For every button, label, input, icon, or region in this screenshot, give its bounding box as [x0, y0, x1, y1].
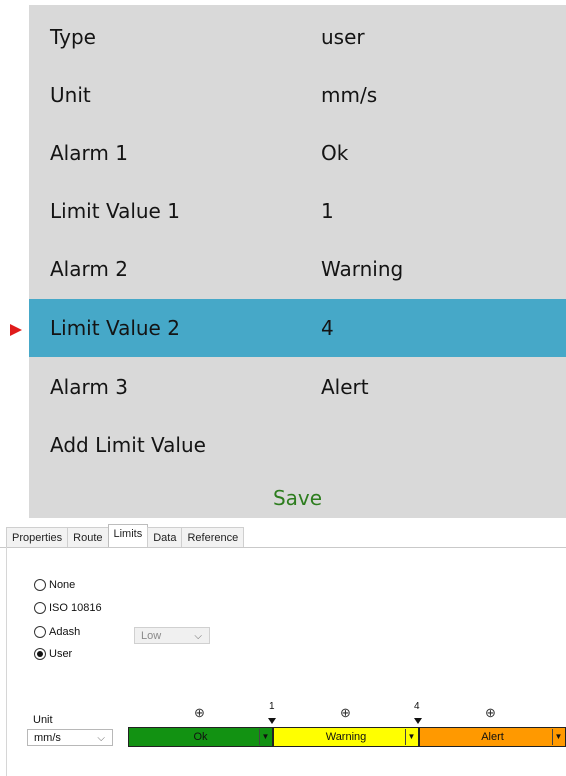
row-value: Warning: [321, 257, 404, 281]
radio-dot-icon: [37, 651, 43, 657]
selection-pointer-icon: [10, 324, 22, 336]
radio-checked-icon: [34, 648, 46, 660]
tab-bar: Properties Route Limits Data Reference: [6, 524, 245, 548]
save-button[interactable]: Save: [29, 486, 566, 510]
radio-circle-icon: [34, 602, 46, 614]
unit-select[interactable]: mm/s ⌵: [27, 729, 113, 746]
row-value: 1: [321, 199, 334, 223]
limits-tab-pane: None ISO 10816 Adash User Low ⌵ Unit mm/…: [6, 547, 566, 776]
radio-circle-icon: [34, 579, 46, 591]
row-label: Alarm 3: [50, 375, 128, 399]
radio-circle-icon: [34, 626, 46, 638]
device-row-type[interactable]: Type user: [29, 8, 566, 66]
device-row-alarm-2[interactable]: Alarm 2 Warning: [29, 240, 566, 298]
row-value: mm/s: [321, 83, 378, 107]
row-value: Ok: [321, 141, 349, 165]
unit-label: Unit: [33, 714, 53, 726]
alarm-segment-alert[interactable]: Alert ▼: [419, 727, 566, 747]
row-label: Type: [50, 25, 96, 49]
dropdown-arrow-icon[interactable]: ▼: [405, 729, 417, 745]
add-limit-button-1[interactable]: ⊕: [194, 705, 205, 721]
tab-data[interactable]: Data: [147, 527, 183, 548]
dropdown-arrow-icon[interactable]: ▼: [552, 729, 564, 745]
row-value: 4: [321, 316, 334, 340]
tab-properties[interactable]: Properties: [6, 527, 69, 548]
radio-label: Adash: [49, 626, 81, 638]
limit-value-1-label: 1: [269, 701, 275, 712]
unit-select-value: mm/s: [34, 732, 61, 744]
limit-marker-1-icon[interactable]: [268, 718, 276, 724]
radio-iso-10816[interactable]: ISO 10816: [34, 602, 102, 614]
chevron-down-icon: ⌵: [97, 733, 105, 744]
device-row-unit[interactable]: Unit mm/s: [29, 66, 566, 124]
device-row-alarm-3[interactable]: Alarm 3 Alert: [29, 358, 566, 416]
tab-reference[interactable]: Reference: [181, 527, 245, 548]
limit-value-2-label: 4: [414, 701, 420, 712]
row-value: user: [321, 25, 365, 49]
add-limit-button-3[interactable]: ⊕: [485, 705, 496, 721]
radio-adash[interactable]: Adash: [34, 626, 80, 638]
radio-none[interactable]: None: [34, 579, 75, 591]
limit-marker-2-icon[interactable]: [414, 718, 422, 724]
row-label: Limit Value 2: [50, 316, 180, 340]
alarm-segment-label: Warning: [325, 731, 367, 743]
tab-route[interactable]: Route: [67, 527, 109, 548]
radio-user[interactable]: User: [34, 648, 72, 660]
dropdown-arrow-icon[interactable]: ▼: [259, 729, 271, 745]
chevron-down-icon: ⌵: [194, 631, 202, 642]
limits-dialog: Properties Route Limits Data Reference N…: [0, 524, 566, 776]
row-label: Add Limit Value: [50, 433, 206, 457]
device-row-alarm-1[interactable]: Alarm 1 Ok: [29, 124, 566, 182]
row-label: Unit: [50, 83, 91, 107]
adash-level-value: Low: [141, 630, 162, 642]
adash-level-select[interactable]: Low ⌵: [134, 627, 210, 644]
row-value: Alert: [321, 375, 369, 399]
alarm-segment-warning[interactable]: Warning ▼: [273, 727, 419, 747]
alarm-segment-label: Ok: [193, 731, 208, 743]
alarm-segment-label: Alert: [481, 731, 504, 743]
alarm-segment-ok[interactable]: Ok ▼: [128, 727, 273, 747]
radio-label: User: [49, 648, 73, 660]
device-limits-panel: Type user Unit mm/s Alarm 1 Ok Limit Val…: [0, 0, 566, 518]
radio-label: ISO 10816: [49, 602, 102, 614]
tab-limits[interactable]: Limits: [107, 524, 149, 547]
device-row-limit-value-2[interactable]: Limit Value 2 4: [29, 299, 566, 357]
row-label: Alarm 1: [50, 141, 128, 165]
row-label: Limit Value 1: [50, 199, 180, 223]
add-limit-button-2[interactable]: ⊕: [340, 705, 351, 721]
row-label: Alarm 2: [50, 257, 128, 281]
radio-label: None: [49, 579, 76, 591]
device-row-limit-value-1[interactable]: Limit Value 1 1: [29, 182, 566, 240]
device-row-add-limit-value[interactable]: Add Limit Value: [29, 416, 566, 474]
